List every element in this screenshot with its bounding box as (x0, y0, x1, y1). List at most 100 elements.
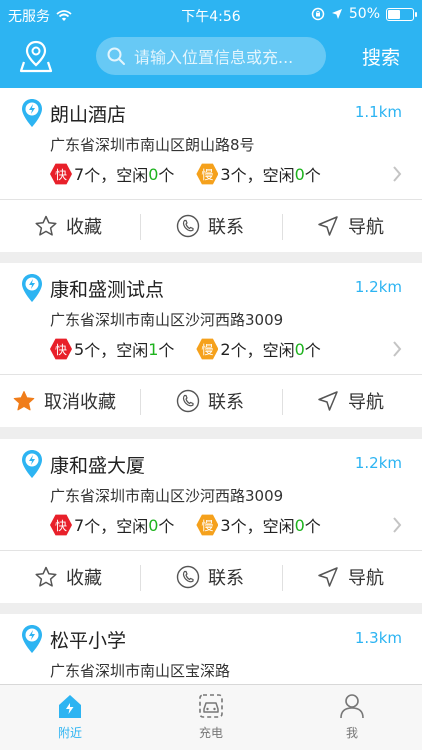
search-input[interactable]: 请输入位置信息或充... (96, 37, 326, 75)
slow-charger-group: 慢 3 个，空闲 0 个 (196, 513, 321, 537)
station-card[interactable]: 朗山酒店 1.1km 广东省深圳市南山区朗山路8号 快 7 个，空闲 0 个 慢 3个… (0, 88, 422, 252)
station-name: 康和盛大厦 (50, 455, 146, 477)
slow-total: 3 (220, 515, 231, 535)
separator (282, 565, 283, 591)
navigation-arrow-icon (318, 391, 338, 411)
slow-free: 0 (294, 164, 305, 184)
action-bar: 收藏 联系 导航 (0, 551, 422, 603)
navigate-button[interactable]: 导航 (316, 375, 384, 427)
favorite-label: 取消收藏 (44, 392, 116, 413)
nav-bar: 请输入位置信息或充... 搜索 (0, 30, 422, 88)
station-distance: 1.3km (354, 629, 402, 647)
separator (140, 214, 141, 240)
count-unit-end: 个 (158, 517, 175, 536)
separator (282, 214, 283, 240)
separator (140, 565, 141, 591)
slow-free: 0 (294, 339, 305, 359)
count-unit-end: 个 (158, 166, 175, 185)
fast-total: 5 (74, 339, 85, 359)
station-address: 广东省深圳市南山区沙河西路3009 (50, 487, 284, 505)
slow-charger-group: 慢 3 个，空闲 0 个 (196, 162, 321, 186)
location-arrow-icon (331, 9, 342, 19)
fast-charge-badge: 快 (50, 163, 72, 185)
charger-counts: 快 7 个，空闲 0 个 慢 3 个，空闲 0 个 (50, 513, 343, 537)
tab-label: 附近 (57, 726, 82, 740)
unfavorite-button[interactable]: 取消收藏 (12, 375, 116, 427)
station-name: 松平小学 (50, 630, 127, 652)
favorite-button[interactable]: 收藏 (34, 551, 102, 603)
fast-charger-group: 快 7 个，空闲 0 个 (50, 162, 174, 186)
count-unit: 个，空闲 (84, 166, 149, 185)
station-distance: 1.1km (354, 103, 402, 121)
search-icon (107, 47, 125, 65)
contact-label: 联系 (208, 217, 244, 238)
navigate-label: 导航 (348, 392, 384, 413)
navigate-label: 导航 (348, 217, 384, 238)
rotation-lock-icon (311, 7, 325, 21)
separator (282, 389, 283, 415)
station-distance: 1.2km (354, 454, 402, 472)
profile-icon (340, 694, 364, 719)
fast-total: 7 (74, 164, 85, 184)
slow-charge-badge: 慢 (196, 163, 219, 185)
station-address: 广东省深圳市南山区宝深路 (50, 662, 231, 680)
fast-charger-group: 快 5 个，空闲 1 个 (50, 337, 174, 361)
slow-total: 2 (220, 339, 231, 359)
navigation-arrow-icon (318, 216, 338, 236)
slow-free: 0 (294, 515, 305, 535)
slow-charge-badge: 慢 (196, 338, 219, 360)
battery-icon (386, 7, 417, 21)
chevron-right-icon[interactable] (392, 516, 402, 534)
count-unit-end: 个 (158, 341, 175, 360)
station-card[interactable]: 康和盛大厦 1.2km 广东省深圳市南山区沙河西路3009 快 7 个，空闲 0 个 … (0, 439, 422, 603)
star-outline-icon (35, 566, 57, 587)
count-unit: 个，空闲 (230, 517, 295, 536)
contact-button[interactable]: 联系 (176, 200, 244, 252)
tab-nearby[interactable]: 附近 (40, 691, 100, 741)
tab-bar: 附近 充电 我 (0, 684, 422, 750)
chevron-right-icon[interactable] (392, 165, 402, 183)
charger-counts: 快 7 个，空闲 0 个 慢 3 个，空闲 0 个 (50, 162, 343, 186)
map-location-icon[interactable] (18, 38, 54, 74)
chevron-right-icon[interactable] (392, 340, 402, 358)
count-unit: 个，空闲 (230, 341, 295, 360)
battery-fill (388, 9, 400, 19)
station-card[interactable]: 康和盛测试点 1.2km 广东省深圳市南山区沙河西路3009 快 5 个，空闲 1 个… (0, 263, 422, 427)
search-placeholder: 请输入位置信息或充... (134, 48, 294, 67)
action-bar: 取消收藏 联系 导航 (0, 375, 422, 427)
fast-free: 1 (148, 339, 159, 359)
count-unit-end: 个 (304, 166, 321, 185)
phone-icon (176, 214, 200, 238)
star-filled-icon (13, 391, 35, 411)
fast-total: 7 (74, 515, 85, 535)
favorite-label: 收藏 (66, 568, 102, 589)
phone-icon (176, 389, 200, 413)
tab-label: 充电 (198, 726, 223, 740)
navigate-button[interactable]: 导航 (316, 200, 384, 252)
contact-label: 联系 (208, 392, 244, 413)
slow-total: 3 (220, 164, 231, 184)
tab-charge[interactable]: 充电 (181, 691, 241, 741)
contact-label: 联系 (208, 568, 244, 589)
charger-counts: 快 5 个，空闲 1 个 慢 2 个，空闲 0 个 (50, 337, 343, 361)
contact-button[interactable]: 联系 (176, 375, 244, 427)
fast-charger-group: 快 7 个，空闲 0 个 (50, 513, 174, 537)
fast-free: 0 (148, 164, 159, 184)
tab-label: 我 (345, 726, 358, 740)
slow-charge-badge: 慢 (196, 514, 219, 536)
slow-charger-group: 慢 2 个，空闲 0 个 (196, 337, 321, 361)
contact-button[interactable]: 联系 (176, 551, 244, 603)
station-address: 广东省深圳市南山区沙河西路3009 (50, 311, 284, 329)
favorite-button[interactable]: 收藏 (34, 200, 102, 252)
fast-free: 0 (148, 515, 159, 535)
count-unit: 个，空闲 (84, 341, 149, 360)
search-button[interactable]: 搜索 (362, 43, 400, 70)
charging-pin-icon (22, 450, 42, 478)
station-name: 康和盛测试点 (50, 279, 165, 301)
nearby-icon (59, 695, 81, 718)
tab-profile[interactable]: 我 (322, 691, 382, 741)
navigate-button[interactable]: 导航 (316, 551, 384, 603)
status-bar: 无服务 下午4:56 50% (0, 0, 422, 30)
fast-charge-badge: 快 (50, 338, 72, 360)
count-unit: 个，空闲 (84, 517, 149, 536)
